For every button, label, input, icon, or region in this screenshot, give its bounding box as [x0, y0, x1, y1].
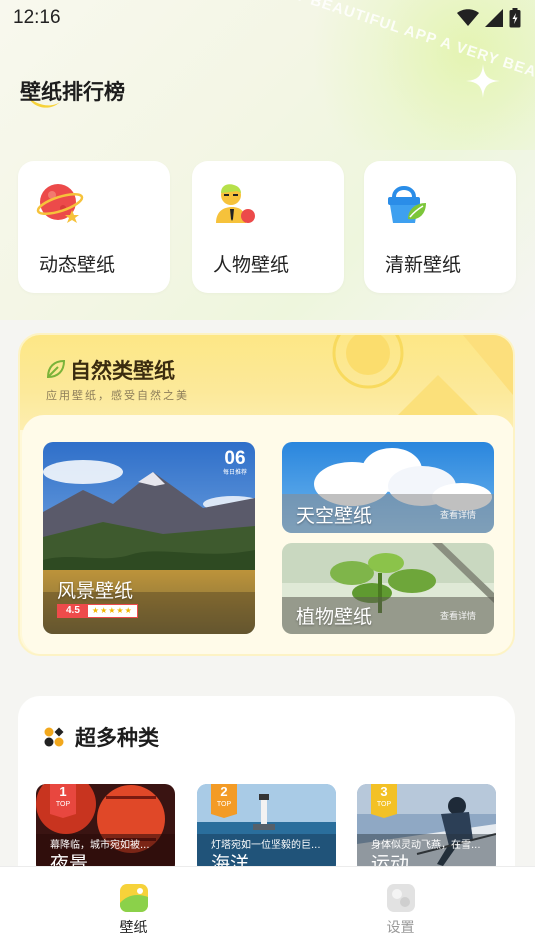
daily-number: 06 [224, 448, 246, 469]
page-title: 壁纸排行榜 [20, 80, 125, 104]
wallpaper-tab-icon [120, 884, 148, 912]
quick-category-row: 动态壁纸 人物壁纸 清新壁纸 [18, 161, 517, 293]
rating-stars: ★★★★★ [91, 606, 133, 615]
plant-wallpaper-card[interactable]: 植物壁纸 查看详情 [282, 543, 494, 634]
quick-card-label: 清新壁纸 [385, 254, 462, 276]
leaf-icon [46, 359, 66, 379]
status-bar: 12:16 [0, 0, 535, 36]
wifi-icon [457, 9, 479, 26]
signal-icon [485, 9, 503, 27]
nature-section-title: 自然类壁纸 [70, 359, 175, 383]
person-icon [216, 184, 255, 223]
daily-number-badge: 06 每日推荐 [223, 449, 247, 476]
rank-top-label: TOP [55, 801, 71, 808]
plant-label: 植物壁纸 [296, 606, 373, 628]
quick-card-label: 人物壁纸 [213, 254, 290, 276]
category-grid-icon [44, 727, 64, 747]
sky-wallpaper-card[interactable]: 天空壁纸 查看详情 [282, 442, 494, 533]
settings-tab-icon [387, 884, 415, 912]
quick-card-dynamic[interactable]: 动态壁纸 [18, 161, 170, 293]
tab-label: 设置 [386, 920, 415, 936]
rank-top-label: TOP [216, 801, 232, 808]
daily-number-caption: 每日推荐 [222, 470, 247, 476]
battery-icon [509, 8, 521, 28]
sky-label: 天空壁纸 [296, 505, 373, 527]
landscape-label: 风景壁纸 [57, 580, 134, 602]
rating-badge: 4.5 ★★★★★ [57, 604, 138, 618]
rank-number: 1 [59, 784, 67, 799]
nature-section: 自然类壁纸 应用壁纸，感受自然之美 06 每日推荐 风景壁纸 4.5 ★★★★★… [18, 333, 515, 656]
rating-score: 4.5 [58, 605, 88, 617]
rank-top-label: TOP [376, 801, 392, 808]
category-tile-night[interactable]: 1 TOP 幕降临，城市宛如被... 夜景 [36, 784, 175, 874]
sky-details-link[interactable]: 查看详情 [440, 508, 476, 521]
category-tile-sport[interactable]: 3 TOP 身体似灵动飞燕，在雪... 运动 [357, 784, 496, 874]
category-tile-ocean[interactable]: 2 TOP 灯塔宛如一位坚毅的巨... 海洋 [197, 784, 336, 874]
planet-icon [36, 184, 84, 223]
sparkle-icon [466, 64, 500, 98]
rank-number: 2 [220, 784, 228, 799]
plant-details-link[interactable]: 查看详情 [440, 609, 476, 622]
landscape-wallpaper-card[interactable]: 06 每日推荐 风景壁纸 4.5 ★★★★★ [43, 442, 255, 634]
tab-settings[interactable]: 设置 [267, 867, 534, 951]
tab-label: 壁纸 [119, 920, 148, 936]
category-section-title: 超多种类 [75, 726, 159, 750]
status-time: 12:16 [13, 7, 61, 28]
status-icons [457, 8, 521, 28]
bottom-tab-bar: 壁纸 设置 [0, 866, 535, 951]
quick-card-fresh[interactable]: 清新壁纸 [364, 161, 516, 293]
quick-card-people[interactable]: 人物壁纸 [192, 161, 344, 293]
tab-wallpaper[interactable]: 壁纸 [0, 867, 267, 951]
nature-section-subtitle: 应用壁纸，感受自然之美 [46, 389, 189, 402]
quick-card-label: 动态壁纸 [39, 254, 116, 276]
rank-number: 3 [380, 784, 388, 799]
fresh-bag-icon [388, 186, 426, 223]
